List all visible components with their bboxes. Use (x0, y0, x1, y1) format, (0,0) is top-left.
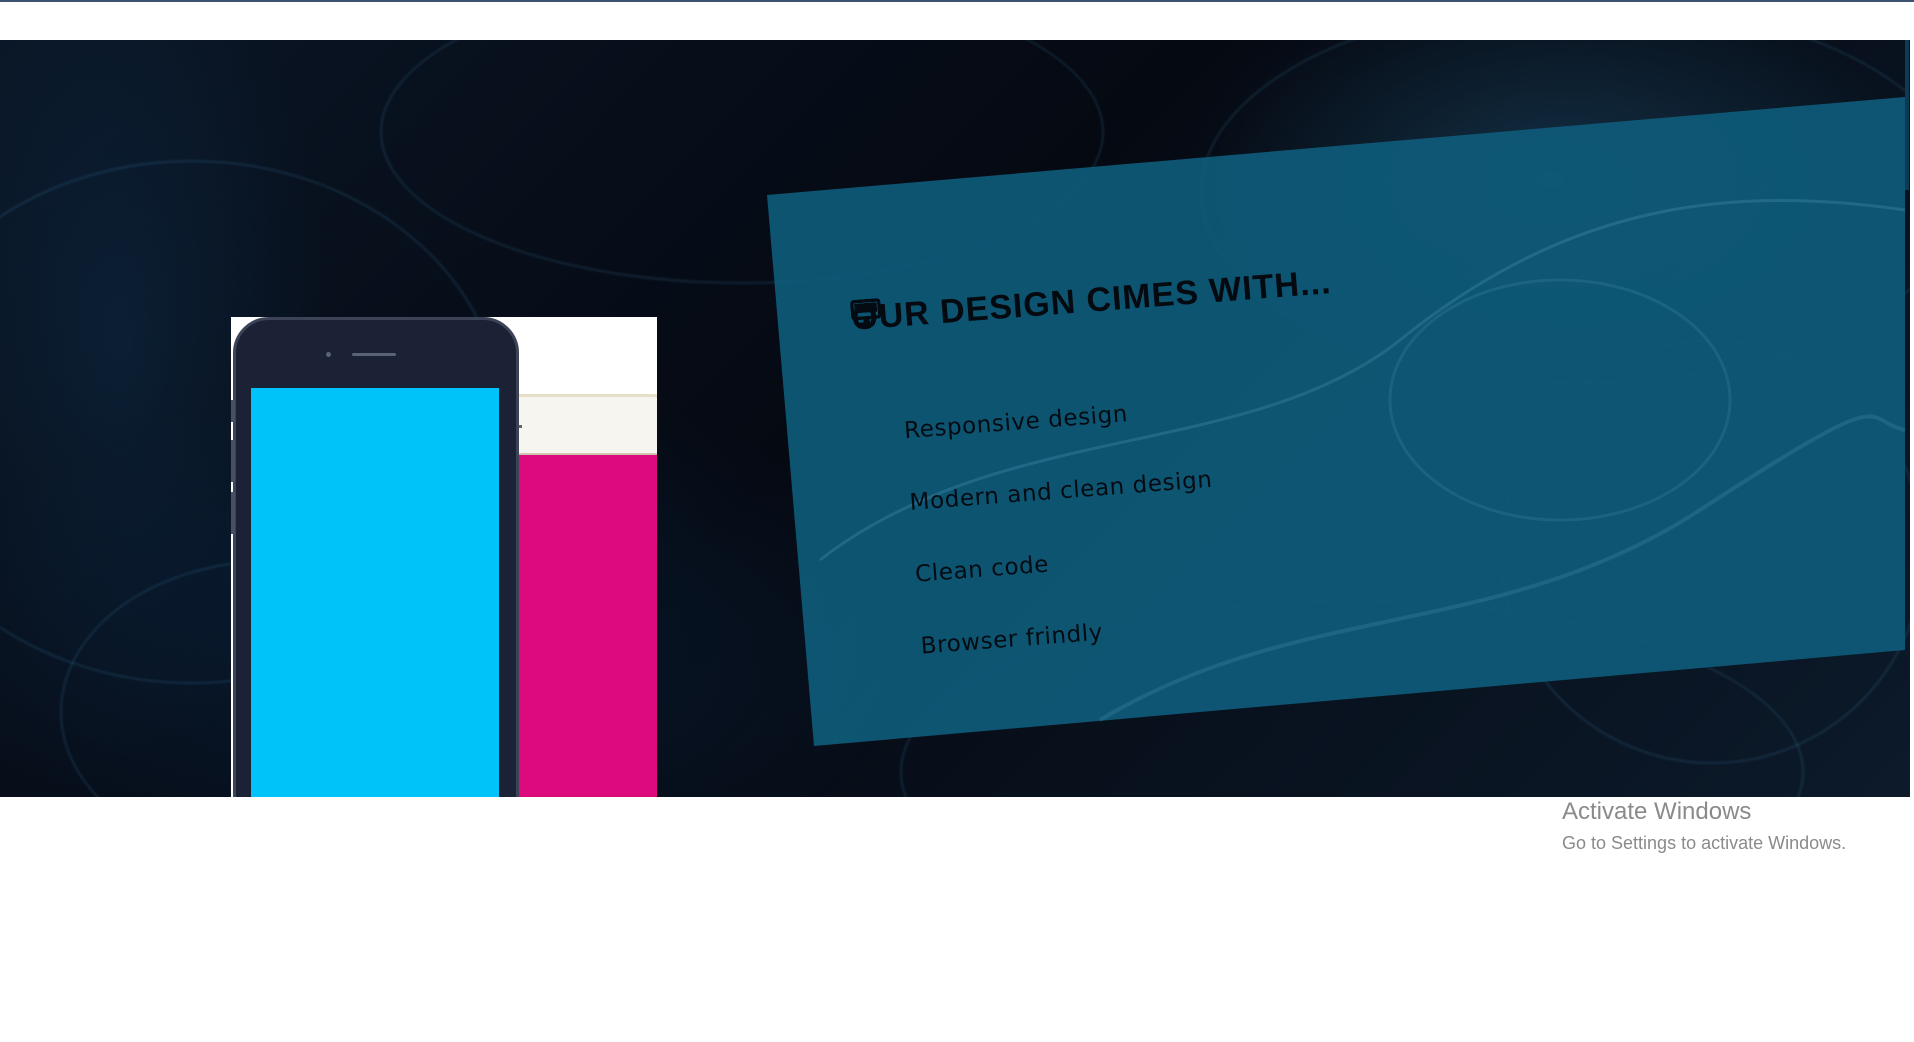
front-phone-camera (326, 352, 331, 357)
feature-label: Responsive design (903, 401, 1129, 445)
feature-label: Modern and clean design (908, 466, 1214, 516)
scrollbar-edge (1905, 40, 1909, 190)
feature-item-responsive: Responsive design (850, 298, 1560, 453)
feature-item-modern: Modern and clean design (850, 298, 1565, 525)
front-phone (231, 317, 519, 797)
feature-label: Clean code (914, 551, 1050, 588)
watermark-subtitle: Go to Settings to activate Windows. (1562, 833, 1847, 853)
activate-windows-watermark: Activate Windows Go to Settings to activ… (1562, 798, 1846, 858)
desktop-icon (850, 298, 897, 520)
smoke-swirl (380, 40, 1104, 284)
hero-section: OUR DESIGN CIMES WITH... Responsive desi… (0, 40, 1910, 797)
feature-item-clean-code: Clean code (850, 298, 1571, 597)
side-button (231, 492, 235, 534)
top-divider (0, 0, 1914, 2)
front-phone-screen (251, 388, 499, 797)
side-button (231, 440, 235, 482)
smoke-swirl (1500, 340, 1910, 764)
side-button (231, 400, 235, 422)
phone-mockup-image (231, 317, 657, 797)
desktop-icon (850, 298, 891, 448)
front-phone-speaker (352, 353, 396, 356)
smoke-swirl (1200, 40, 1910, 384)
desktop-icon (850, 298, 902, 592)
desktop-icon (850, 298, 908, 664)
watermark-title: Activate Windows (1562, 798, 1752, 825)
